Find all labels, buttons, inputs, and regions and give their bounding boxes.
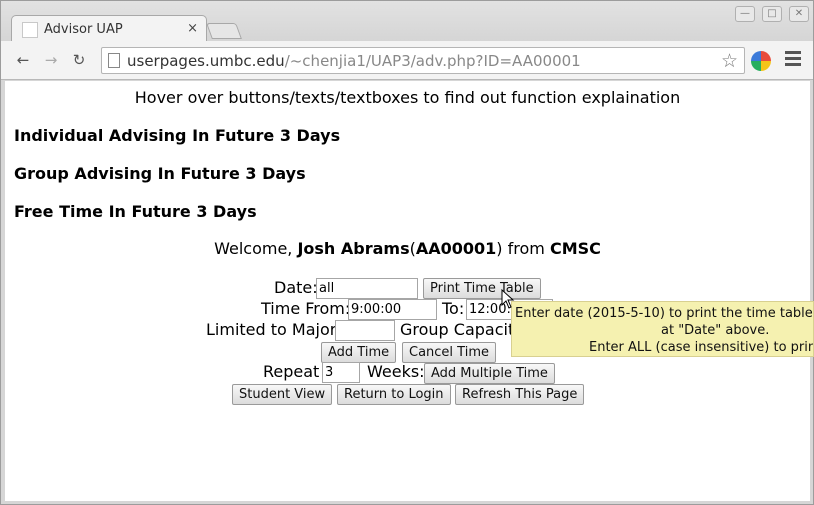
- date-input[interactable]: [316, 278, 418, 299]
- title-bar: Advisor UAP × — □ ✕: [1, 1, 813, 43]
- date-label: Date:: [274, 278, 318, 297]
- back-button[interactable]: ←: [13, 50, 33, 70]
- maximize-button[interactable]: □: [762, 6, 782, 22]
- menu-icon[interactable]: [785, 51, 801, 69]
- browser-window: Advisor UAP × — □ ✕ ← → ↻ userpages.umbc…: [0, 0, 814, 505]
- major-input[interactable]: [335, 320, 395, 341]
- advisor-name: Josh Abrams: [297, 239, 410, 258]
- cancel-time-button[interactable]: Cancel Time: [402, 342, 496, 363]
- advisor-dept: CMSC: [549, 239, 601, 258]
- time-from-input[interactable]: [348, 299, 437, 320]
- hint-text: Hover over buttons/texts/textboxes to fi…: [134, 88, 681, 107]
- to-label: To:: [442, 299, 465, 318]
- tab-close-icon[interactable]: ×: [187, 21, 198, 36]
- reload-button[interactable]: ↻: [69, 50, 89, 70]
- print-time-table-button[interactable]: Print Time Table: [423, 278, 541, 299]
- welcome-message: Welcome, Josh Abrams(AA00001) from CMSC: [5, 239, 810, 258]
- group-advising-heading[interactable]: Group Advising In Future 3 Days: [14, 164, 306, 183]
- tooltip-line-3: Enter ALL (case insensitive) to print: [589, 340, 814, 355]
- individual-advising-heading[interactable]: Individual Advising In Future 3 Days: [14, 126, 340, 145]
- page-icon: [108, 53, 120, 68]
- repeat-weeks-input[interactable]: [322, 362, 360, 383]
- group-capacity-label: Group Capacity:: [400, 320, 528, 339]
- major-label: Limited to Major:: [206, 320, 342, 339]
- new-tab-button[interactable]: [206, 23, 242, 39]
- browser-tab[interactable]: Advisor UAP ×: [11, 15, 207, 43]
- page-content: Hover over buttons/texts/textboxes to fi…: [5, 81, 814, 501]
- return-to-login-button[interactable]: Return to Login: [337, 384, 451, 405]
- tooltip-line-1: Enter date (2015-5-10) to print the time…: [515, 306, 814, 321]
- browser-toolbar: ← → ↻ userpages.umbc.edu/~chenjia1/UAP3/…: [1, 41, 813, 80]
- tooltip: Enter date (2015-5-10) to print the time…: [511, 301, 814, 357]
- free-time-heading[interactable]: Free Time In Future 3 Days: [14, 202, 257, 221]
- refresh-page-button[interactable]: Refresh This Page: [455, 384, 585, 405]
- weeks-label: Weeks:: [367, 362, 425, 381]
- repeat-label: Repeat: [263, 362, 320, 381]
- add-time-button[interactable]: Add Time: [321, 342, 397, 363]
- advisor-id: AA00001: [415, 239, 497, 258]
- paren-from: ) from: [496, 239, 550, 258]
- tooltip-line-2: at "Date" above.: [661, 323, 770, 338]
- student-view-button[interactable]: Student View: [232, 384, 333, 405]
- address-bar[interactable]: userpages.umbc.edu/~chenjia1/UAP3/adv.ph…: [101, 47, 745, 74]
- welcome-prefix: Welcome,: [214, 239, 298, 258]
- url-text: userpages.umbc.edu/~chenjia1/UAP3/adv.ph…: [127, 52, 581, 70]
- time-from-label: Time From:: [261, 299, 351, 318]
- url-host: userpages.umbc.edu: [127, 52, 285, 70]
- url-path: /~chenjia1/UAP3/adv.php?ID=AA00001: [284, 52, 581, 70]
- bookmark-star-icon[interactable]: ☆: [721, 50, 738, 72]
- mouse-cursor-icon: [501, 289, 515, 309]
- minimize-button[interactable]: —: [735, 6, 755, 22]
- page-favicon-icon: [22, 22, 38, 38]
- close-window-button[interactable]: ✕: [789, 6, 809, 22]
- tab-title: Advisor UAP: [44, 22, 123, 37]
- add-multiple-time-button[interactable]: Add Multiple Time: [424, 363, 555, 384]
- forward-button[interactable]: →: [41, 50, 61, 70]
- extension-icon[interactable]: [751, 51, 771, 71]
